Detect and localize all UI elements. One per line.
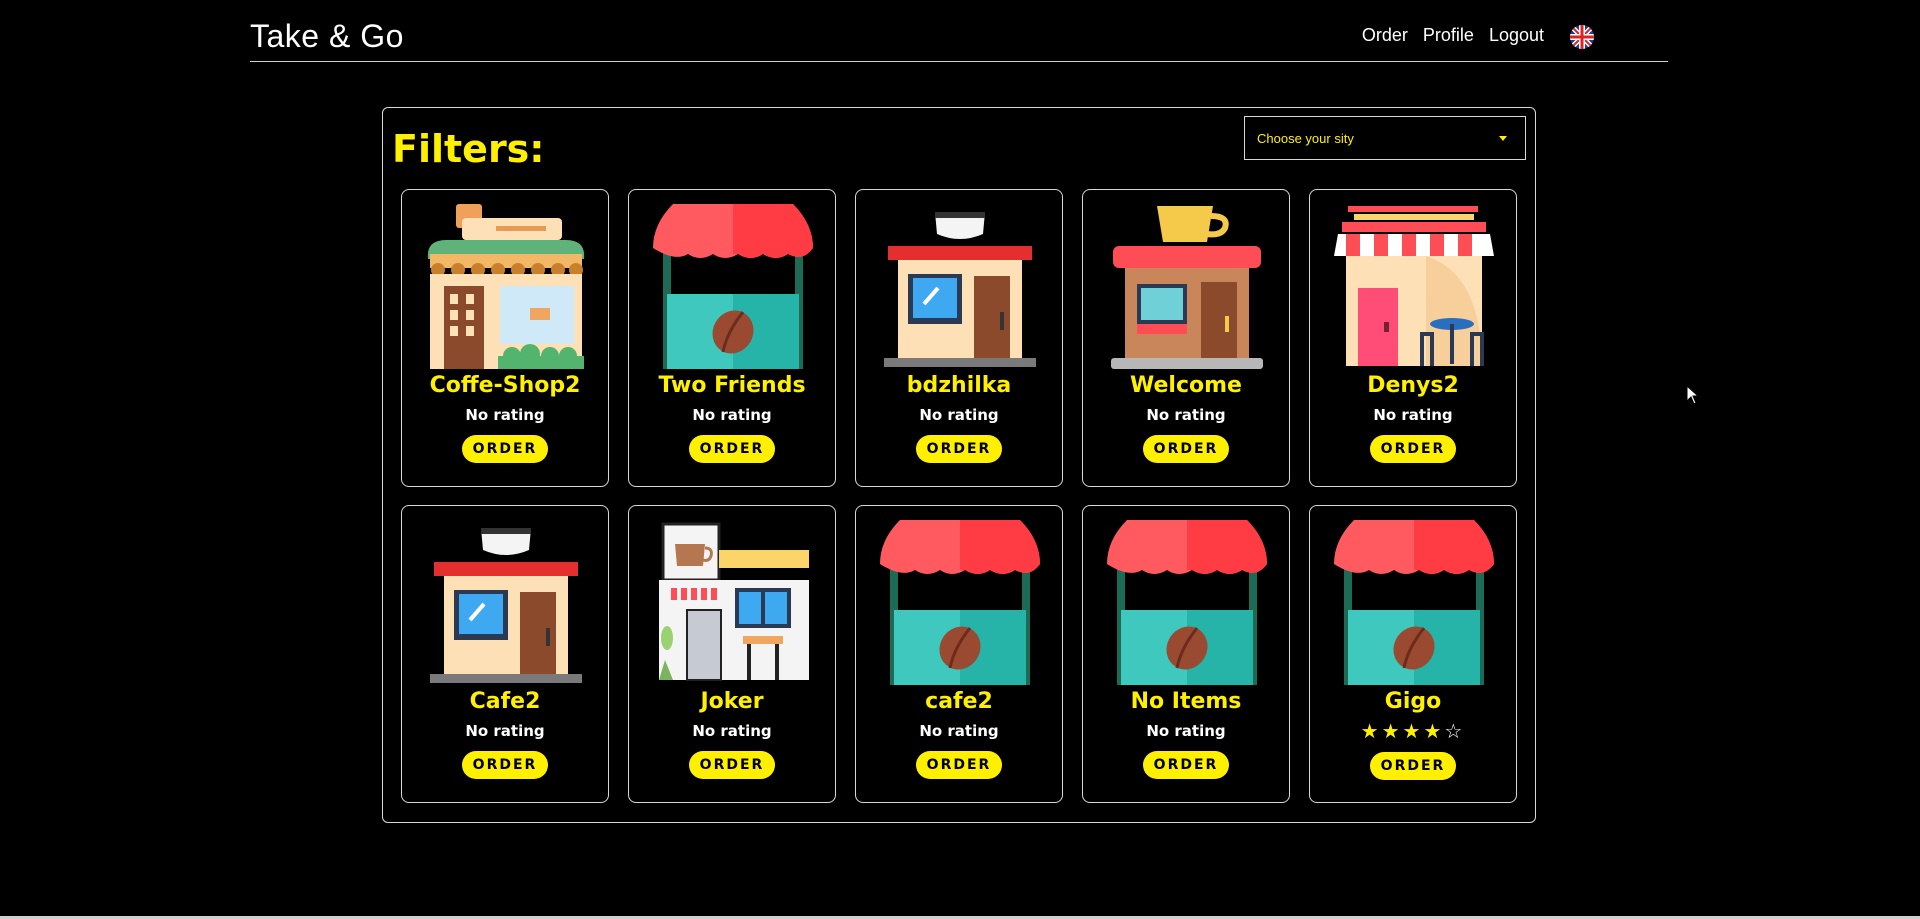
coffee-stall-icon	[1334, 520, 1494, 685]
star-empty-icon: ☆	[1444, 719, 1466, 743]
nav-logout-link[interactable]: Logout	[1489, 25, 1544, 46]
shop-name: Joker	[700, 689, 764, 714]
nav-order-link[interactable]: Order	[1362, 25, 1408, 46]
shop-card: Welcome No rating ORDER	[1082, 189, 1290, 487]
nav-links: Order Profile Logout	[1362, 25, 1594, 46]
shop-card: Joker No rating ORDER	[628, 505, 836, 803]
shop-rating: No rating	[692, 722, 772, 740]
shop-name: No Items	[1130, 689, 1242, 714]
shop-name: Cafe2	[469, 689, 541, 714]
shop-name: Welcome	[1130, 373, 1242, 398]
coffee-storefront-icon	[653, 520, 813, 685]
coffee-stall-icon	[1107, 520, 1267, 685]
shop-name: Coffe-Shop2	[429, 373, 581, 398]
order-button[interactable]: ORDER	[1143, 751, 1229, 779]
shop-rating: No rating	[1146, 406, 1226, 424]
star-rating: ★★★★☆	[1310, 719, 1516, 743]
city-select[interactable]: Choose your sity	[1244, 116, 1526, 160]
order-button[interactable]: ORDER	[689, 751, 775, 779]
shop-card: bdzhilka No rating ORDER	[855, 189, 1063, 487]
shop-name: Two Friends	[658, 373, 806, 398]
coffee-stall-icon	[880, 520, 1040, 685]
coffee-shop-cup-icon	[1107, 204, 1267, 369]
nav-profile-link[interactable]: Profile	[1423, 25, 1474, 46]
shop-rating: No rating	[1146, 722, 1226, 740]
city-select-value: Choose your sity	[1257, 131, 1354, 146]
shop-card: Cafe2 No rating ORDER	[401, 505, 609, 803]
uk-flag-icon[interactable]	[1570, 25, 1594, 49]
chevron-down-icon	[1499, 136, 1507, 141]
order-button[interactable]: ORDER	[1143, 435, 1229, 463]
star-filled-icon: ★	[1381, 719, 1403, 743]
shop-rating: No rating	[919, 722, 999, 740]
shop-rating: No rating	[465, 722, 545, 740]
shop-name: cafe2	[925, 689, 993, 714]
brand-logo[interactable]: Take & Go	[250, 18, 404, 55]
shop-card: Coffe-Shop2 No rating ORDER	[401, 189, 609, 487]
star-filled-icon: ★	[1360, 719, 1382, 743]
star-filled-icon: ★	[1402, 719, 1424, 743]
shop-name: Gigo	[1384, 689, 1442, 714]
order-button[interactable]: ORDER	[462, 751, 548, 779]
top-navbar: Take & Go Order Profile Logout	[250, 0, 1668, 62]
order-button[interactable]: ORDER	[1370, 435, 1456, 463]
cafe-building-icon	[426, 204, 586, 369]
shop-card: No Items No rating ORDER	[1082, 505, 1290, 803]
coffee-stall-icon	[653, 204, 813, 369]
shop-rating: No rating	[919, 406, 999, 424]
order-button[interactable]: ORDER	[462, 435, 548, 463]
order-button[interactable]: ORDER	[1370, 752, 1456, 780]
shop-card: cafe2 No rating ORDER	[855, 505, 1063, 803]
shop-card: Denys2 No rating ORDER	[1309, 189, 1517, 487]
coffee-kiosk-icon	[426, 520, 586, 685]
filters-title: Filters:	[392, 127, 545, 171]
shops-panel: Filters: Choose your sity Coffe-Shop2 No…	[382, 107, 1536, 823]
order-button[interactable]: ORDER	[916, 435, 1002, 463]
shop-card: Two Friends No rating ORDER	[628, 189, 836, 487]
order-button[interactable]: ORDER	[916, 751, 1002, 779]
star-filled-icon: ★	[1423, 719, 1445, 743]
shop-card: Gigo ★★★★☆ ORDER	[1309, 505, 1517, 803]
coffee-kiosk-icon	[880, 204, 1040, 369]
shop-rating: No rating	[1373, 406, 1453, 424]
mouse-cursor-icon	[1686, 384, 1700, 409]
shop-name: bdzhilka	[906, 373, 1012, 398]
shop-rating: No rating	[465, 406, 545, 424]
order-button[interactable]: ORDER	[689, 435, 775, 463]
striped-awning-cafe-icon	[1334, 204, 1494, 369]
shop-name: Denys2	[1367, 373, 1459, 398]
shop-rating: No rating	[692, 406, 772, 424]
